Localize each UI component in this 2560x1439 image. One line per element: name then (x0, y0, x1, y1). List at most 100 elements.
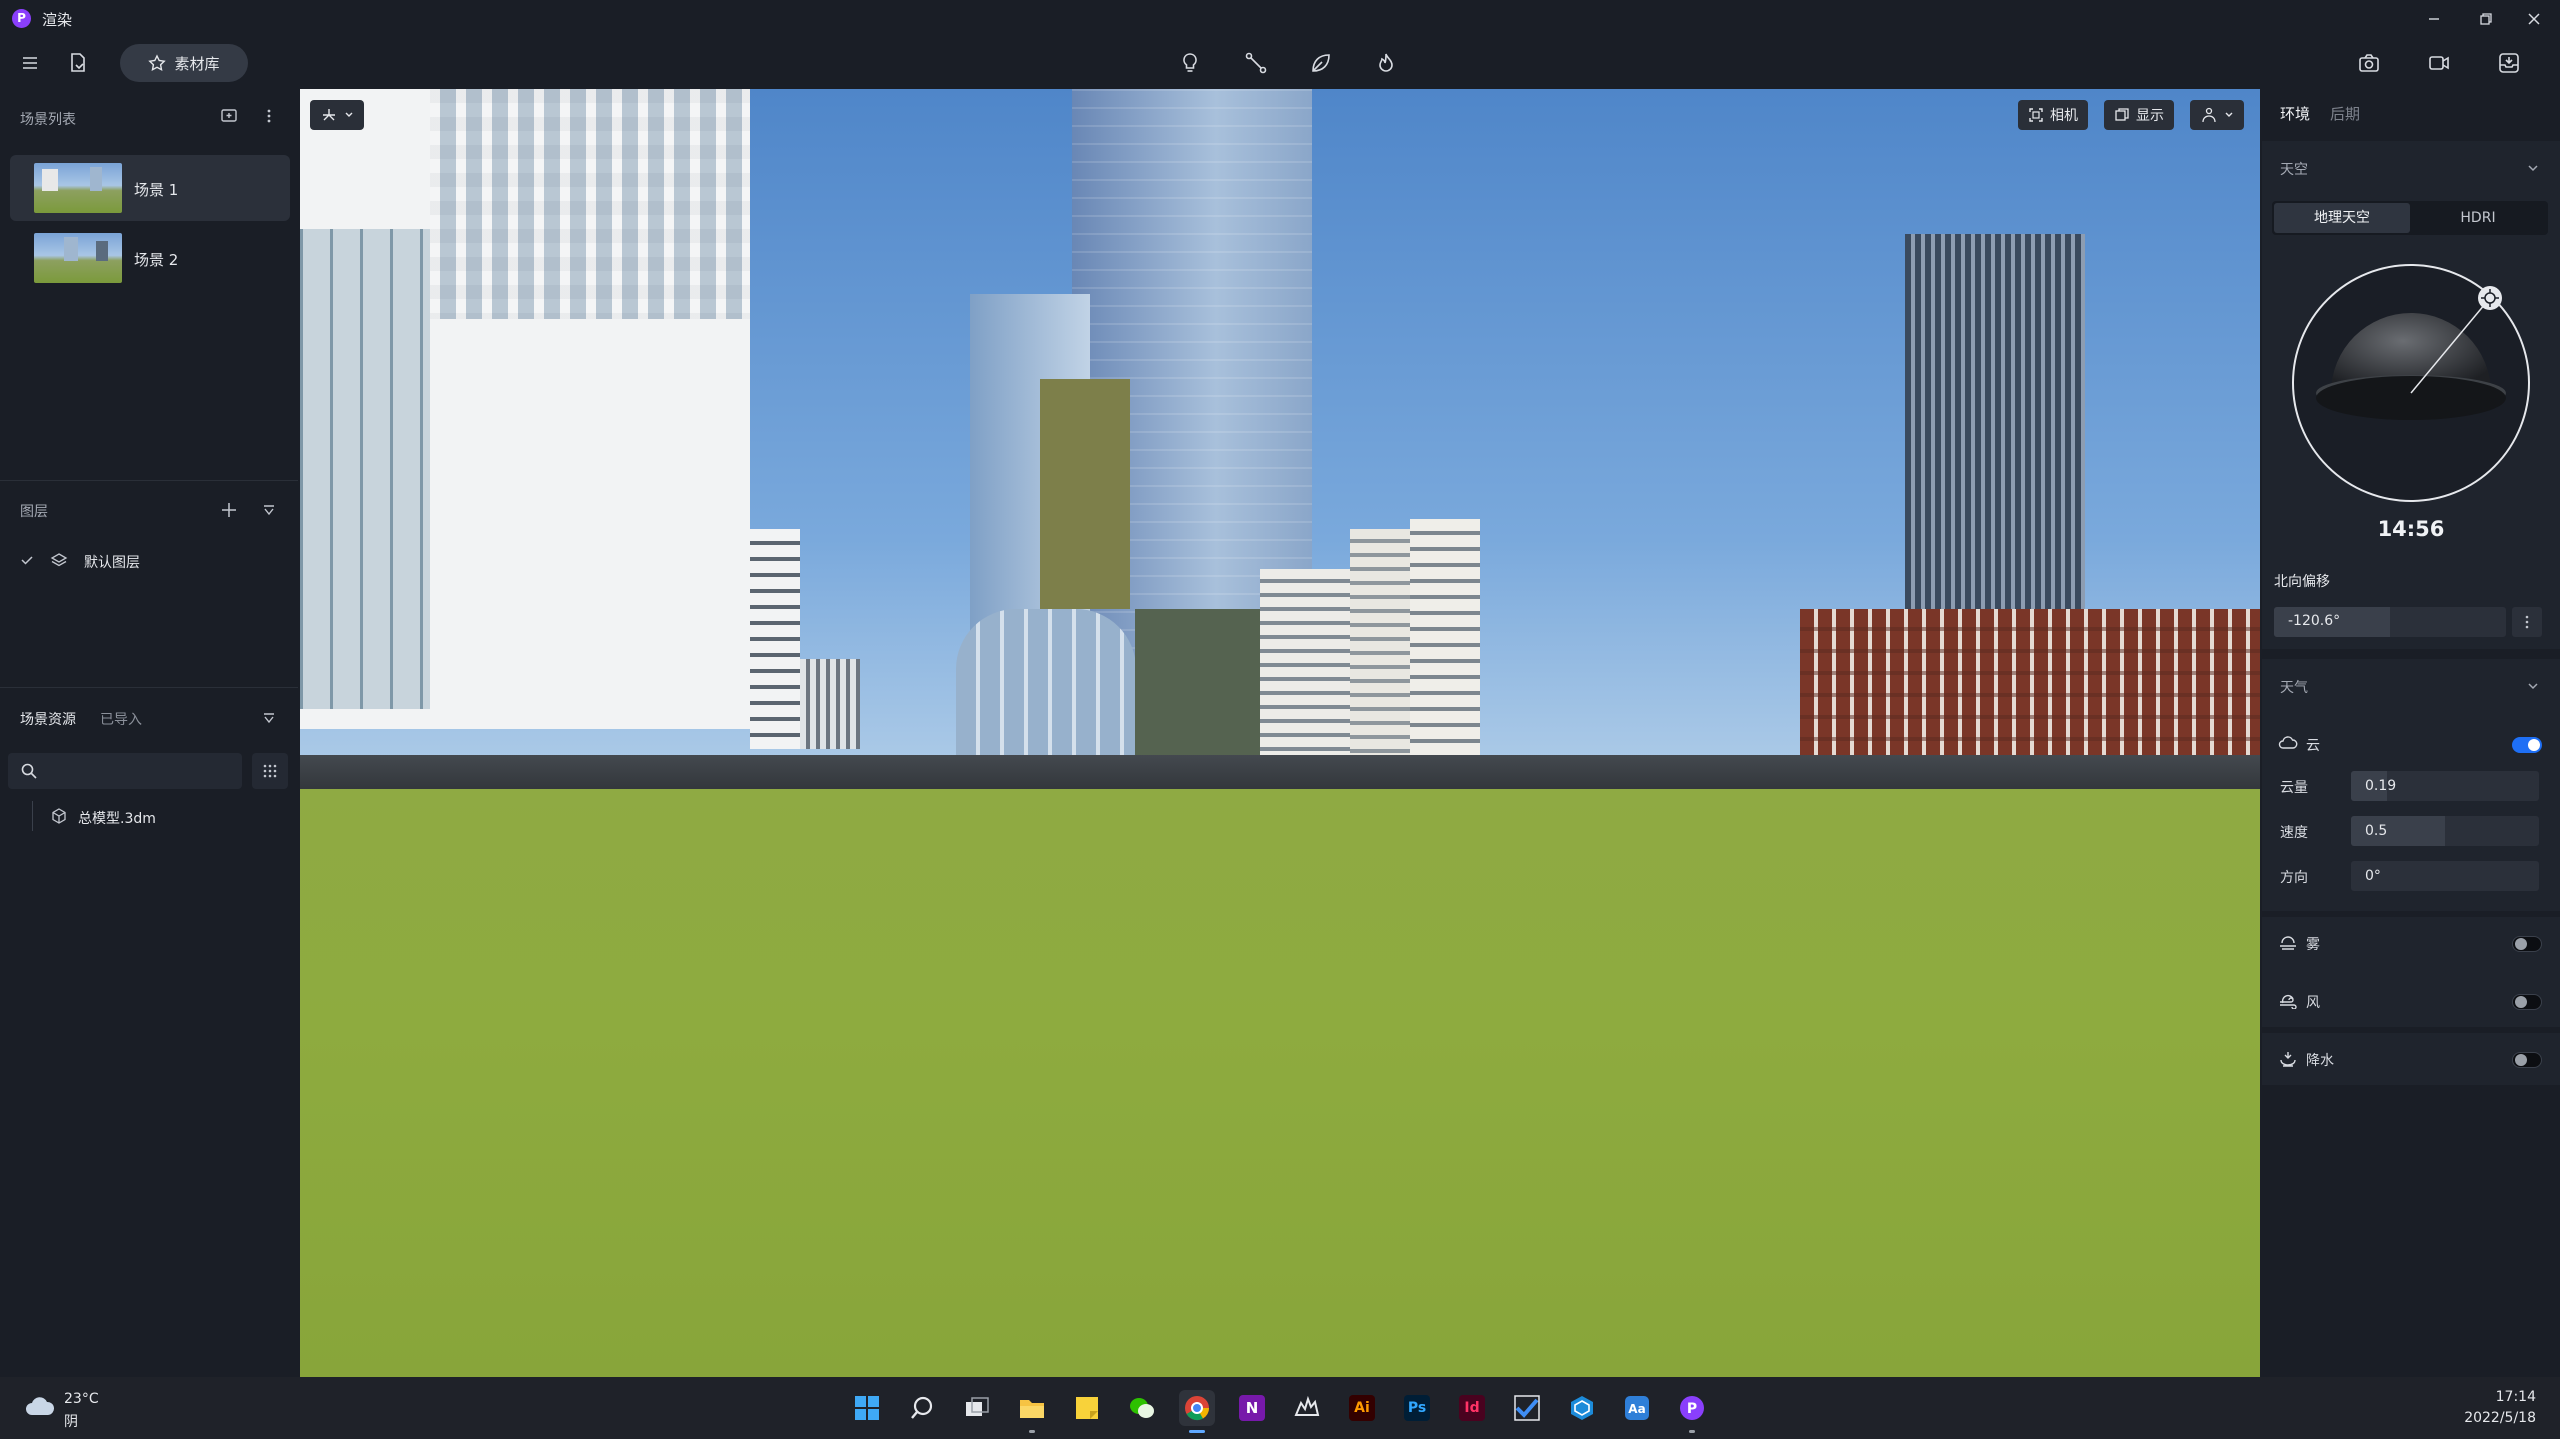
running-indicator (1189, 1430, 1205, 1433)
photoshop-app-button[interactable]: Ps (1399, 1390, 1435, 1426)
navigation-mode-button[interactable] (310, 100, 364, 130)
resource-search-input[interactable] (8, 753, 242, 789)
asset-library-icon (148, 54, 167, 71)
onenote-app-button[interactable]: N (1234, 1390, 1270, 1426)
close-button[interactable] (2508, 0, 2560, 37)
minimize-button[interactable] (2408, 0, 2460, 37)
vegetation-tool-button[interactable] (1307, 49, 1335, 77)
precipitation-icon (2278, 1050, 2298, 1068)
indesign-app-button[interactable]: Id (1454, 1390, 1490, 1426)
camera-frame-icon (2029, 108, 2043, 122)
sky-collapse-button[interactable] (2526, 161, 2540, 175)
cloud-amount-value: 0.19 (2365, 778, 2397, 794)
effects-tool-button[interactable] (1372, 49, 1400, 77)
sky-mode-hdri[interactable]: HDRI (2410, 203, 2546, 233)
chrome-app-button[interactable] (1179, 1390, 1215, 1426)
layer-label: 默认图层 (84, 555, 140, 571)
video-record-button[interactable] (2425, 49, 2453, 77)
layer-filter-button[interactable] (262, 503, 276, 517)
cloud-amount-slider[interactable]: 0.19 (2351, 771, 2539, 801)
cloud-toggle[interactable] (2512, 737, 2542, 753)
project-file-button[interactable] (64, 49, 92, 77)
weather-collapse-button[interactable] (2526, 679, 2540, 693)
cloud-direction-slider[interactable]: 0° (2351, 861, 2539, 891)
grass-ground (300, 789, 2260, 1377)
grid-view-button[interactable] (252, 753, 288, 789)
display-layers-icon (2115, 108, 2129, 121)
tab-post[interactable]: 后期 (2330, 103, 2360, 124)
building-atrium (1135, 609, 1275, 759)
sketchup-app-button[interactable] (1564, 1390, 1600, 1426)
cloud-speed-slider[interactable]: 0.5 (2351, 816, 2539, 846)
scene-list-more-button[interactable] (262, 107, 276, 125)
cloud-icon (2278, 735, 2298, 751)
display-menu-button[interactable]: 显示 (2104, 100, 2174, 130)
cloud-speed-value: 0.5 (2365, 823, 2388, 839)
layer-item-default[interactable]: 默认图层 (0, 545, 298, 575)
resources-filter-button[interactable] (262, 711, 276, 725)
wind-toggle[interactable] (2512, 994, 2542, 1010)
building-distant (800, 659, 860, 749)
tab-imported[interactable]: 已导入 (100, 709, 142, 729)
add-scene-button[interactable] (220, 107, 238, 125)
cloud-direction-label: 方向 (2280, 870, 2308, 886)
wechat-app-button[interactable] (1124, 1390, 1160, 1426)
north-offset-value: -120.6° (2288, 613, 2341, 629)
camera-menu-button[interactable]: 相机 (2018, 100, 2088, 130)
sticky-notes-app-button[interactable] (1069, 1390, 1105, 1426)
scene-item-1[interactable]: 场景 1 (10, 155, 290, 221)
fog-row: 雾 (2262, 917, 2560, 969)
dictionary-app-button[interactable]: Aa (1619, 1390, 1655, 1426)
todo-app-button[interactable] (1509, 1390, 1545, 1426)
title-bar: P 渲染 (0, 0, 2560, 37)
building-residential-3 (1410, 519, 1480, 759)
render-viewport[interactable]: 相机 显示 (300, 89, 2260, 1377)
sun-time: 14:56 (2377, 517, 2445, 541)
display-label: 显示 (2136, 108, 2164, 124)
running-indicator (1029, 1430, 1035, 1433)
sky-mode-switch: 地理天空 HDRI (2272, 201, 2548, 235)
rhino-app-button[interactable] (1289, 1390, 1325, 1426)
asset-library-button[interactable]: 素材库 (120, 44, 248, 82)
scene-thumbnail (34, 163, 122, 213)
light-tool-button[interactable] (1176, 49, 1204, 77)
fog-toggle[interactable] (2512, 936, 2542, 952)
sky-mode-geo[interactable]: 地理天空 (2274, 203, 2410, 233)
app-title: 渲染 (42, 11, 73, 29)
scene-label: 场景 2 (134, 251, 179, 269)
wind-label: 风 (2306, 995, 2320, 1011)
north-offset-slider[interactable]: -120.6° (2274, 607, 2506, 637)
scene-item-2[interactable]: 场景 2 (10, 225, 290, 291)
hamburger-menu-icon (23, 57, 37, 69)
chevron-down-icon (2528, 165, 2538, 172)
plus-icon (222, 503, 236, 517)
todo-icon (1514, 1395, 1540, 1421)
illustrator-app-button[interactable]: Ai (1344, 1390, 1380, 1426)
search-app-button[interactable] (904, 1390, 940, 1426)
layer-visible-checkbox[interactable] (20, 553, 34, 567)
task-view-app-button[interactable] (959, 1390, 995, 1426)
weather-widget-icon[interactable] (24, 1395, 56, 1419)
add-layer-button[interactable] (220, 501, 238, 519)
video-camera-icon (2429, 56, 2449, 70)
menu-button[interactable] (16, 49, 44, 77)
building-residential-1 (1260, 569, 1350, 759)
restore-button[interactable] (2460, 0, 2512, 37)
chevron-down-icon (345, 112, 353, 117)
path-tool-button[interactable] (1242, 49, 1270, 77)
layers-title: 图层 (20, 504, 48, 520)
tab-environment[interactable]: 环境 (2280, 103, 2310, 124)
filter-dropdown-icon (264, 713, 274, 724)
file-explorer-app-button[interactable] (1014, 1390, 1050, 1426)
screenshot-button[interactable] (2355, 49, 2383, 77)
render-queue-button[interactable] (2495, 49, 2523, 77)
renderer-app-button[interactable]: P (1674, 1390, 1710, 1426)
rain-toggle[interactable] (2512, 1052, 2542, 1068)
view-options-button[interactable] (2190, 100, 2244, 130)
resource-item-model[interactable]: 总模型.3dm (0, 801, 298, 831)
north-offset-more-button[interactable] (2512, 607, 2542, 637)
tab-scene-resources[interactable]: 场景资源 (20, 709, 76, 729)
sketchup-icon (1569, 1395, 1595, 1421)
start-app-button[interactable] (849, 1390, 885, 1426)
sun-position-dial[interactable] (2291, 263, 2531, 503)
